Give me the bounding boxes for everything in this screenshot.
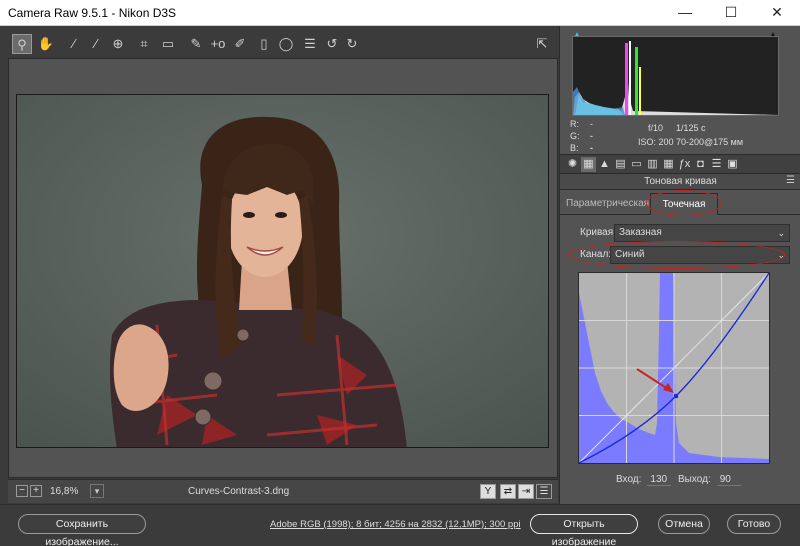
crop-tool-icon[interactable]: ⌗ bbox=[134, 34, 154, 54]
shutter-speed: 1/125 с bbox=[676, 123, 706, 133]
output-label: Выход: bbox=[678, 474, 711, 485]
lens: 70-200@175 мм bbox=[676, 137, 744, 147]
minimize-button[interactable]: — bbox=[662, 0, 708, 26]
tone-curve-graph[interactable] bbox=[578, 272, 770, 464]
hsl-panel-icon[interactable]: ▤ bbox=[613, 157, 628, 172]
save-image-button[interactable]: Сохранить изображение... bbox=[18, 514, 146, 546]
targeted-adjustment-tool-icon[interactable]: ⊕ bbox=[108, 34, 128, 54]
r-label: R: bbox=[570, 119, 579, 129]
straighten-tool-icon[interactable]: ▭ bbox=[158, 34, 178, 54]
fullscreen-icon[interactable]: ⇱ bbox=[532, 34, 552, 54]
aperture: f/10 bbox=[648, 123, 664, 133]
close-button[interactable]: ✕ bbox=[754, 0, 800, 26]
portrait-image bbox=[17, 95, 548, 447]
spot-removal-tool-icon[interactable]: ✎ bbox=[186, 34, 206, 54]
title-bar: Camera Raw 9.5.1 - Nikon D3S — ☐ ✕ bbox=[0, 0, 800, 26]
basic-panel-icon[interactable]: ✺ bbox=[565, 157, 580, 172]
lens-corrections-panel-icon[interactable]: ▥ bbox=[645, 157, 660, 172]
zoom-level: 16,8% bbox=[50, 486, 79, 497]
transform-panel-icon[interactable]: ▦ bbox=[661, 157, 676, 172]
chevron-down-icon: ⌄ bbox=[777, 228, 785, 238]
effects-panel-icon[interactable]: ƒx bbox=[677, 157, 692, 172]
adjustment-brush-icon[interactable]: ✐ bbox=[230, 34, 250, 54]
swap-settings-icon[interactable]: ⇄ bbox=[500, 484, 516, 499]
detail-panel-icon[interactable]: ▲ bbox=[597, 157, 612, 172]
maximize-button[interactable]: ☐ bbox=[708, 0, 754, 26]
camera-raw-app: ⚲ ✋ ⁄ ⁄ ⊕ ⌗ ▭ ✎ +o ✐ ▯ ◯ ☰ ↺ ↻ ⇱ − + 16,… bbox=[0, 26, 800, 546]
preview-settings-icon[interactable]: ☰ bbox=[536, 484, 552, 499]
red-eye-tool-icon[interactable]: +o bbox=[208, 34, 228, 54]
highlight-ring-channel bbox=[568, 241, 785, 269]
curve-preset-select[interactable]: Заказная ⌄ bbox=[614, 224, 790, 242]
panel-tab-icons: ✺ ▦ ▲ ▤ ▭ ▥ ▦ ƒx ◘ ☰ ▣ bbox=[560, 154, 800, 174]
photo-preview[interactable] bbox=[16, 94, 549, 448]
split-toning-panel-icon[interactable]: ▭ bbox=[629, 157, 644, 172]
iso: ISO: 200 bbox=[638, 137, 674, 147]
curve-svg bbox=[579, 273, 769, 463]
panel-title: Тоновая кривая bbox=[560, 174, 800, 190]
done-button[interactable]: Готово bbox=[727, 514, 781, 534]
rotate-ccw-icon[interactable]: ↺ bbox=[322, 34, 342, 54]
curve-preset-row: Кривая: Заказная ⌄ bbox=[580, 224, 790, 242]
radial-filter-icon[interactable]: ◯ bbox=[276, 34, 296, 54]
rgb-readout: R:--- G:--- B:--- bbox=[570, 118, 593, 177]
tone-curve-panel-icon[interactable]: ▦ bbox=[581, 157, 596, 172]
copy-settings-icon[interactable]: ⇥ bbox=[518, 484, 534, 499]
white-balance-tool-icon[interactable]: ⁄ bbox=[64, 34, 84, 54]
g-label: G: bbox=[570, 131, 580, 141]
workflow-options-link[interactable]: Adobe RGB (1998); 8 бит; 4256 на 2832 (1… bbox=[270, 519, 521, 530]
zoom-in-button[interactable]: + bbox=[30, 485, 42, 497]
color-sampler-tool-icon[interactable]: ⁄ bbox=[86, 34, 106, 54]
graduated-filter-icon[interactable]: ▯ bbox=[254, 34, 274, 54]
file-name: Curves-Contrast-3.dng bbox=[188, 486, 290, 497]
zoom-out-button[interactable]: − bbox=[16, 485, 28, 497]
camera-calibration-panel-icon[interactable]: ◘ bbox=[693, 157, 708, 172]
input-value[interactable]: 130 bbox=[647, 474, 672, 486]
panel-menu-icon[interactable]: ☰ bbox=[786, 175, 795, 186]
zoom-tool-icon[interactable]: ⚲ bbox=[12, 34, 32, 54]
before-after-y-icon[interactable]: Y bbox=[480, 484, 496, 499]
cancel-button[interactable]: Отмена bbox=[658, 514, 710, 534]
snapshots-panel-icon[interactable]: ▣ bbox=[725, 157, 740, 172]
zoom-dropdown[interactable]: ▾ bbox=[90, 484, 104, 498]
output-value[interactable]: 90 bbox=[716, 474, 741, 486]
tab-parametric[interactable]: Параметрическая bbox=[566, 193, 649, 215]
presets-list-icon[interactable]: ☰ bbox=[300, 34, 320, 54]
curve-label: Кривая: bbox=[580, 227, 616, 238]
right-panel: ▲ ▲ R:--- G:--- B:--- f/10 1/125 с ISO: … bbox=[559, 26, 800, 504]
rotate-cw-icon[interactable]: ↻ bbox=[342, 34, 362, 54]
toolbar: ⚲ ✋ ⁄ ⁄ ⊕ ⌗ ▭ ✎ +o ✐ ▯ ◯ ☰ ↺ ↻ ⇱ bbox=[8, 32, 558, 58]
window-title: Camera Raw 9.5.1 - Nikon D3S bbox=[8, 6, 177, 20]
output-readout: Выход: 90 bbox=[678, 474, 741, 486]
input-readout: Вход: 130 bbox=[616, 474, 672, 486]
footer-bar: Сохранить изображение... Adobe RGB (1998… bbox=[0, 504, 800, 546]
hand-tool-icon[interactable]: ✋ bbox=[36, 34, 56, 54]
status-bar: − + 16,8% ▾ Curves-Contrast-3.dng Y ⇄ ⇥ … bbox=[8, 479, 558, 503]
open-image-button[interactable]: Открыть изображение bbox=[530, 514, 638, 546]
histogram bbox=[572, 36, 779, 116]
input-label: Вход: bbox=[616, 474, 642, 485]
b-label: B: bbox=[570, 143, 579, 153]
presets-panel-icon[interactable]: ☰ bbox=[709, 157, 724, 172]
image-preview-area bbox=[8, 58, 558, 478]
curve-preset-value: Заказная bbox=[619, 227, 662, 238]
highlight-ring-tab bbox=[646, 190, 722, 216]
